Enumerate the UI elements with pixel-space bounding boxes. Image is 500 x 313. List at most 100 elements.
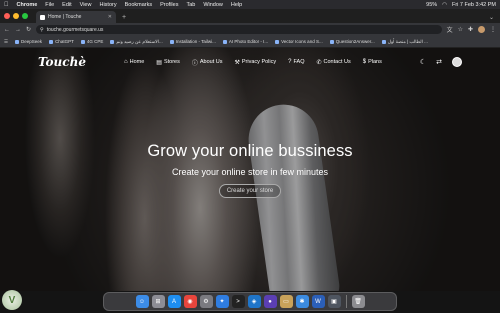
bookmark-label: DeepSeek (21, 39, 43, 44)
site-navbar: Touchè ⌂ Home ▤ Stores ⓘ About Us ⚒ Privacy … (0, 48, 500, 76)
bookmark-favicon (110, 39, 115, 44)
word-icon[interactable]: W (311, 295, 325, 308)
macos-dock: ☺ ⊞ A ◉ ⚙ ✦ > ◈ ● ▭ ✱ W ▣ 🗑 (103, 292, 397, 311)
url-text[interactable]: touche.gourmetsquare.us (47, 27, 104, 33)
window-controls (4, 9, 28, 23)
profile-avatar[interactable] (478, 26, 485, 33)
bookmarks-bar: ☰ DeepSeek ChatGPT 4G CPE الاستعلام عن ر… (0, 36, 500, 48)
language-switch-icon[interactable]: ⇄ (436, 58, 442, 66)
github-icon[interactable]: ● (263, 295, 277, 308)
menu-profiles[interactable]: Profiles (160, 2, 178, 8)
macos-menubar:  Chrome File Edit View History Bookmark… (0, 0, 500, 9)
user-avatar[interactable] (452, 57, 462, 67)
battery-percent[interactable]: 95% (426, 2, 437, 8)
bookmark-balance-inquiry[interactable]: الاستعلام عن رصيد ونم... (110, 38, 163, 45)
close-tab-icon[interactable]: ✕ (108, 14, 112, 20)
nav-home[interactable]: ⌂ Home (124, 59, 144, 65)
webpage-viewport: Touchè ⌂ Home ▤ Stores ⓘ About Us ⚒ Privacy … (0, 48, 500, 291)
bookmark-favicon (49, 39, 54, 44)
dark-mode-toggle-icon[interactable]: ☾ (420, 58, 426, 66)
menu-edit[interactable]: Edit (62, 2, 71, 8)
dollar-icon: $ (362, 59, 367, 65)
chrome-toolbar: ← → ↻ ⚲ touche.gourmetsquare.us 文 ☆ ✚ ⋮ (0, 23, 500, 36)
tab-title: Home | Touche (48, 14, 82, 20)
bookmark-label: الاستعلام عن رصيد ونم... (116, 38, 163, 44)
chrome-icon[interactable]: ◉ (183, 295, 197, 308)
menu-view[interactable]: View (80, 2, 92, 8)
nav-plans[interactable]: $ Plans (363, 59, 382, 65)
launchpad-icon[interactable]: ⊞ (151, 295, 165, 308)
bookmark-favicon (222, 39, 227, 44)
window-icon[interactable]: ▣ (327, 295, 341, 308)
nav-privacy-policy[interactable]: ⚒ Privacy Policy (235, 59, 277, 66)
terminal-icon[interactable]: > (231, 295, 245, 308)
bookmark-label: الطالب | منصة أول ... (387, 38, 428, 44)
dock-separator (345, 295, 347, 308)
menu-tab[interactable]: Tab (186, 2, 195, 8)
menu-file[interactable]: File (45, 2, 54, 8)
bookmark-chatgpt[interactable]: ChatGPT (49, 39, 74, 44)
bookmark-student-platform[interactable]: الطالب | منصة أول ... (381, 38, 428, 45)
bookmark-tailwind[interactable]: Installation - Tailwi... (169, 39, 216, 44)
nav-faq[interactable]: ? FAQ (288, 59, 304, 65)
minimize-window-button[interactable] (13, 13, 19, 19)
overlay-watermark-logo: V (2, 290, 22, 310)
menu-help[interactable]: Help (231, 2, 242, 8)
bookmark-favicon (80, 39, 85, 44)
chrome-tab-strip: Home | Touche ✕ + ⌄ (0, 9, 500, 23)
browser-tab-active[interactable]: Home | Touche ✕ (36, 11, 116, 23)
site-nav-links: ⌂ Home ▤ Stores ⓘ About Us ⚒ Privacy Policy … (124, 58, 382, 67)
files-icon[interactable]: ✱ (295, 295, 309, 308)
app-store-icon[interactable]: A (167, 295, 181, 308)
faq-icon: ? (288, 59, 292, 65)
bookmark-favicon (15, 39, 20, 44)
tab-search-icon[interactable]: ⌄ (489, 11, 500, 23)
close-window-button[interactable] (4, 13, 10, 19)
menu-bookmarks[interactable]: Bookmarks (125, 2, 153, 8)
reload-icon[interactable]: ↻ (26, 26, 31, 33)
bookmark-star-icon[interactable]: ☆ (458, 26, 463, 33)
finder-icon[interactable]: ☺ (135, 295, 149, 308)
forward-icon[interactable]: → (15, 27, 21, 33)
site-nav-actions: ☾ ⇄ (420, 57, 462, 67)
bookmark-label: Vector Icons and S... (281, 39, 323, 44)
site-logo[interactable]: Touchè (38, 55, 86, 69)
menubar-app-name[interactable]: Chrome (17, 2, 38, 8)
settings-icon[interactable]: ⚙ (199, 295, 213, 308)
home-icon: ⌂ (123, 59, 128, 65)
clock[interactable]: Fri 7 Feb 3:42 PM (452, 2, 496, 8)
nav-stores[interactable]: ▤ Stores (156, 59, 180, 66)
bookmark-4g-cpe[interactable]: 4G CPE (80, 39, 103, 44)
nav-label: Stores (163, 59, 180, 65)
address-bar[interactable]: ⚲ touche.gourmetsquare.us (36, 25, 442, 34)
chrome-menu-icon[interactable]: ⋮ (490, 26, 496, 33)
new-tab-button[interactable]: + (122, 11, 126, 23)
wifi-icon[interactable]: ◠ (442, 2, 447, 8)
bookmark-ai-photo-editor[interactable]: AI Photo Editor - I... (222, 39, 268, 44)
apps-grid-icon[interactable]: ☰ (4, 39, 8, 45)
menu-window[interactable]: Window (203, 2, 223, 8)
nav-label: FAQ (293, 59, 305, 65)
zoom-window-button[interactable] (22, 13, 28, 19)
trash-icon[interactable]: 🗑 (351, 295, 365, 308)
bookmark-favicon (329, 39, 334, 44)
nav-contact-us[interactable]: ✆ Contact Us (316, 59, 350, 66)
bookmark-label: ChatGPT (55, 39, 74, 44)
preview-icon[interactable]: ▭ (279, 295, 293, 308)
nav-label: Plans (368, 59, 382, 65)
bookmark-question2answer[interactable]: Question2Answer... (329, 39, 375, 44)
bookmark-vector-icons[interactable]: Vector Icons and S... (275, 39, 323, 44)
translate-icon[interactable]: 文 (447, 25, 453, 34)
create-store-button[interactable]: Create your store (218, 184, 282, 198)
apple-icon[interactable]:  (4, 2, 9, 8)
safari-icon[interactable]: ✦ (215, 295, 229, 308)
site-info-icon[interactable]: ⚲ (40, 27, 44, 33)
nav-about-us[interactable]: ⓘ About Us (192, 58, 223, 67)
bookmark-deepseek[interactable]: DeepSeek (15, 39, 42, 44)
menu-history[interactable]: History (99, 2, 116, 8)
extensions-icon[interactable]: ✚ (468, 26, 473, 33)
nav-label: Privacy Policy (241, 59, 277, 65)
nav-label: Contact Us (323, 59, 351, 65)
back-icon[interactable]: ← (4, 27, 10, 33)
vscode-icon[interactable]: ◈ (247, 295, 261, 308)
